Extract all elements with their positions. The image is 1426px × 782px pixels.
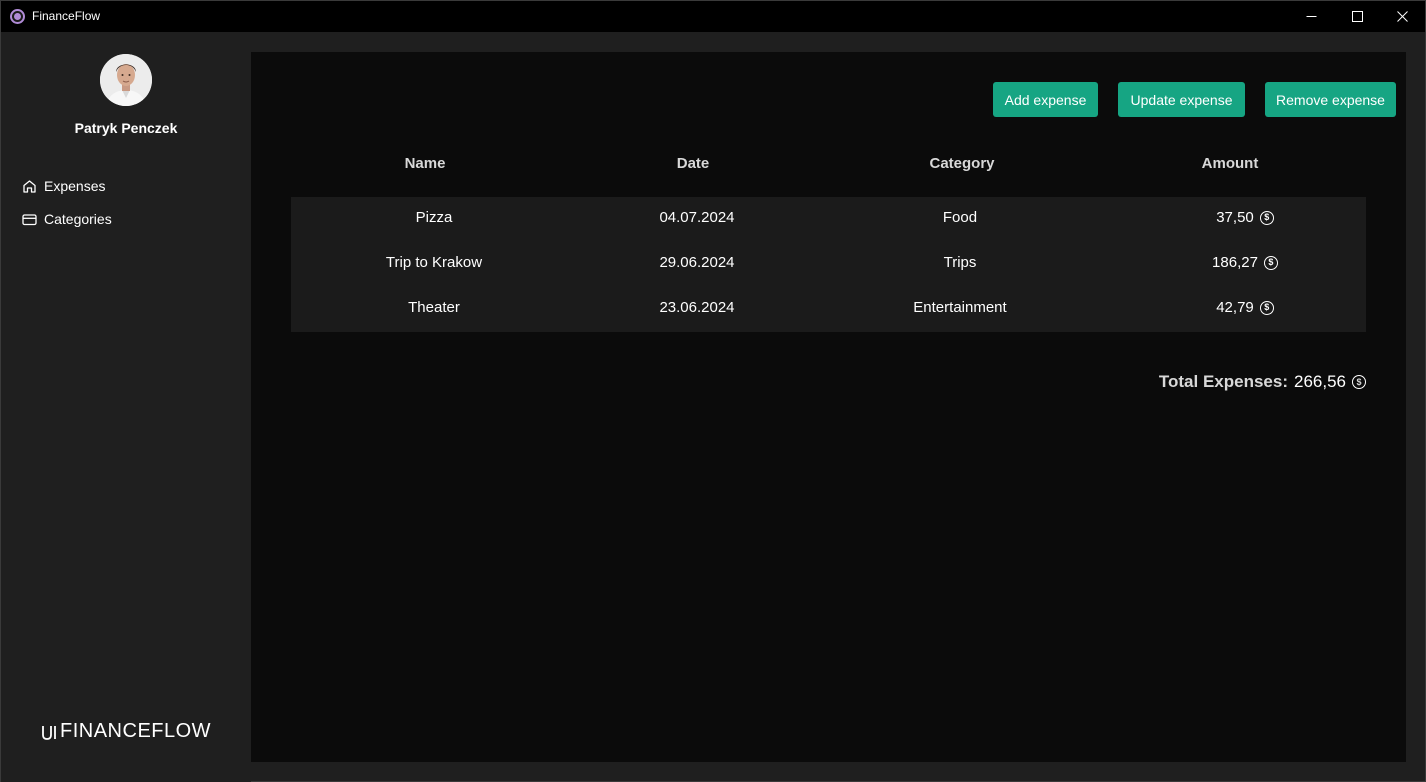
- brand-logo: FINANCEFLOW: [41, 720, 211, 743]
- table-header: Name Date Category Amount: [291, 155, 1366, 179]
- close-button[interactable]: [1379, 1, 1425, 32]
- sidebar-item-label: Categories: [44, 211, 112, 227]
- home-icon: [23, 179, 36, 193]
- cell-amount: 42,79 $: [1111, 299, 1379, 316]
- app-logo-icon: [10, 9, 25, 24]
- column-header-date[interactable]: Date: [559, 155, 827, 172]
- amount-value: 37,50: [1216, 209, 1254, 226]
- main-panel: Add expense Update expense Remove expens…: [251, 52, 1406, 762]
- dollar-coin-icon: $: [1259, 300, 1274, 315]
- maximize-button[interactable]: [1334, 1, 1380, 32]
- amount-value: 186,27: [1212, 254, 1258, 271]
- amount-value: 42,79: [1216, 299, 1254, 316]
- cell-date: 29.06.2024: [659, 254, 735, 271]
- title-bar: FinanceFlow: [1, 1, 1425, 32]
- close-icon: [1396, 11, 1408, 22]
- avatar: [100, 54, 152, 106]
- brand-text: FINANCEFLOW: [60, 720, 212, 742]
- column-header-name[interactable]: Name: [291, 155, 559, 172]
- credit-card-icon: [22, 213, 37, 225]
- total-label: Total Expenses:: [1158, 372, 1288, 391]
- minimize-icon: [1306, 16, 1316, 17]
- dollar-coin-icon: $: [1263, 255, 1278, 270]
- window-title: FinanceFlow: [32, 9, 101, 23]
- minimize-button[interactable]: [1288, 1, 1334, 32]
- cell-category: Entertainment: [913, 299, 1007, 316]
- cell-date: 23.06.2024: [659, 299, 735, 316]
- table-row[interactable]: Theater 23.06.2024 Entertainment 42,79 $: [291, 287, 1366, 332]
- cell-amount: 186,27 $: [1111, 254, 1379, 271]
- dollar-coin-icon: $: [1352, 375, 1366, 389]
- cell-category: Food: [942, 209, 978, 226]
- sidebar-item-expenses[interactable]: Expenses: [22, 175, 105, 197]
- remove-expense-button[interactable]: Remove expense: [1265, 82, 1396, 117]
- add-expense-button[interactable]: Add expense: [993, 82, 1098, 117]
- sidebar: Patryk Penczek Expenses Categories FINAN…: [1, 32, 251, 782]
- app-window: FinanceFlow Patryk Penczek Expenses Cate…: [0, 0, 1426, 782]
- cell-category: Trips: [943, 254, 977, 271]
- user-name: Patryk Penczek: [74, 120, 178, 136]
- cell-name: Pizza: [415, 209, 453, 226]
- total-expenses: Total Expenses: 266,56 $: [1159, 372, 1366, 392]
- cell-name: Theater: [408, 299, 460, 316]
- cell-date: 04.07.2024: [659, 209, 735, 226]
- update-expense-button[interactable]: Update expense: [1118, 82, 1245, 117]
- dollar-coin-icon: $: [1259, 210, 1274, 225]
- expenses-table: Pizza 04.07.2024 Food 37,50 $ Trip to Kra…: [291, 197, 1366, 332]
- cell-amount: 37,50 $: [1111, 209, 1379, 226]
- total-value: 266,56: [1294, 372, 1346, 391]
- sidebar-item-categories[interactable]: Categories: [22, 208, 112, 230]
- column-header-category[interactable]: Category: [828, 155, 1096, 172]
- brand-mark-icon: [42, 725, 56, 740]
- maximize-icon: [1351, 11, 1363, 22]
- cell-name: Trip to Krakow: [385, 254, 483, 271]
- column-header-amount[interactable]: Amount: [1096, 155, 1364, 172]
- table-row[interactable]: Trip to Krakow 29.06.2024 Trips 186,27 $: [291, 242, 1366, 287]
- sidebar-item-label: Expenses: [44, 178, 106, 194]
- table-row[interactable]: Pizza 04.07.2024 Food 37,50 $: [291, 197, 1366, 242]
